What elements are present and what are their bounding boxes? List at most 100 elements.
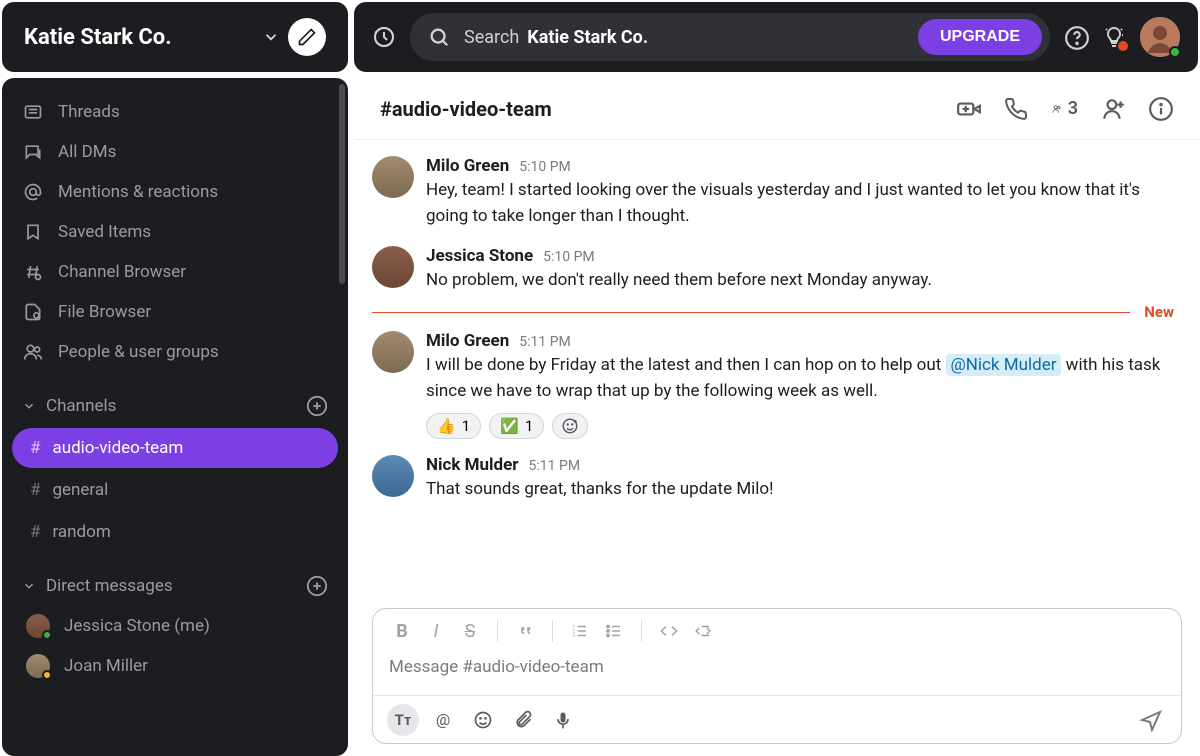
search-icon [428, 26, 450, 48]
sidebar-item-file-browser[interactable]: File Browser [12, 292, 338, 332]
bold-button[interactable]: B [387, 616, 417, 646]
info-icon[interactable] [1148, 96, 1174, 122]
avatar[interactable] [372, 246, 414, 288]
sidebar-label: People & user groups [58, 342, 219, 362]
message-author[interactable]: Milo Green [426, 331, 509, 351]
channel-header: #audio-video-team 3 [354, 78, 1200, 140]
upgrade-button[interactable]: UPGRADE [918, 19, 1042, 55]
italic-button[interactable]: I [421, 616, 451, 646]
avatar[interactable] [372, 156, 414, 198]
status-dot [42, 630, 52, 640]
channel-name: general [52, 480, 108, 500]
dm-label: Direct messages [46, 576, 173, 596]
channel-item-random[interactable]: # random [12, 512, 338, 552]
audio-button[interactable] [547, 704, 579, 736]
chevron-down-icon [22, 399, 36, 413]
avatar[interactable] [372, 331, 414, 373]
pencil-icon [297, 27, 317, 47]
message-author[interactable]: Milo Green [426, 156, 509, 176]
new-label: New [1144, 303, 1174, 321]
attach-button[interactable] [507, 704, 539, 736]
message-text: No problem, we don't really need them be… [426, 267, 1174, 293]
send-button[interactable] [1135, 704, 1167, 736]
add-dm-button[interactable] [306, 575, 328, 597]
emoji-button[interactable] [467, 704, 499, 736]
message-text: Hey, team! I started looking over the vi… [426, 177, 1174, 230]
channel-browser-icon [22, 262, 44, 282]
dm-section-header[interactable]: Direct messages [12, 566, 338, 606]
message-author[interactable]: Nick Mulder [426, 455, 519, 475]
message: Milo Green5:10 PM Hey, team! I started l… [372, 148, 1174, 238]
reaction-emoji: ✅ [500, 417, 519, 435]
dm-name: Jessica Stone (me) [64, 616, 210, 636]
sidebar-label: File Browser [58, 302, 151, 322]
compose-button[interactable] [288, 18, 326, 56]
sidebar-item-dms[interactable]: All DMs [12, 132, 338, 172]
channel-item-audio-video-team[interactable]: #audio-video-team [12, 428, 338, 468]
channel-title[interactable]: #audio-video-team [380, 97, 934, 121]
sidebar-label: All DMs [58, 142, 116, 162]
avatar [26, 614, 50, 638]
sidebar-item-people[interactable]: People & user groups [12, 332, 338, 372]
message-author[interactable]: Jessica Stone [426, 246, 533, 266]
sidebar-item-channel-browser[interactable]: Channel Browser [12, 252, 338, 292]
ideas-icon[interactable] [1102, 25, 1126, 49]
bookmark-icon [22, 222, 44, 242]
code-block-button[interactable] [688, 616, 718, 646]
ordered-list-button[interactable]: 123 [565, 616, 595, 646]
sidebar-item-saved[interactable]: Saved Items [12, 212, 338, 252]
add-people-icon[interactable] [1100, 96, 1126, 122]
workspace-name: Katie Stark Co. [24, 25, 252, 50]
history-icon[interactable] [372, 25, 396, 49]
channel-item-general[interactable]: # general [12, 470, 338, 510]
user-avatar[interactable] [1140, 17, 1180, 57]
message-input[interactable]: Message #audio-video-team [373, 653, 1181, 695]
file-browser-icon [22, 302, 44, 322]
code-button[interactable] [654, 616, 684, 646]
video-call-icon[interactable] [956, 96, 982, 122]
avatar[interactable] [372, 455, 414, 497]
format-toggle-button[interactable]: Tᴛ [387, 704, 419, 736]
chevron-down-icon [262, 28, 280, 46]
at-icon [22, 182, 44, 202]
message: Milo Green5:11 PM I will be done by Frid… [372, 323, 1174, 447]
mention[interactable]: @Nick Mulder [946, 354, 1062, 376]
threads-icon [22, 102, 44, 122]
help-icon[interactable] [1064, 25, 1088, 49]
svg-text:3: 3 [573, 633, 576, 639]
quote-button[interactable] [510, 616, 540, 646]
message: Nick Mulder5:11 PM That sounds great, th… [372, 447, 1174, 510]
search-input[interactable]: Search Katie Stark Co. UPGRADE [410, 13, 1050, 61]
composer-actions: Tᴛ @ [373, 695, 1181, 743]
add-reaction-button[interactable] [552, 413, 588, 439]
channels-section-header[interactable]: Channels [12, 386, 338, 426]
bullet-list-button[interactable] [599, 616, 629, 646]
sidebar-item-mentions[interactable]: Mentions & reactions [12, 172, 338, 212]
dm-name: Joan Miller [64, 656, 148, 676]
notification-dot [1118, 41, 1128, 51]
message-time: 5:11 PM [529, 458, 581, 474]
reaction-count: 1 [525, 417, 533, 435]
search-scope: Katie Stark Co. [527, 27, 910, 48]
reaction[interactable]: 👍1 [426, 413, 481, 439]
message-time: 5:11 PM [519, 334, 571, 350]
scrollbar[interactable] [339, 84, 345, 284]
dm-item[interactable]: Joan Miller [12, 646, 338, 686]
phone-call-icon[interactable] [1004, 96, 1030, 122]
channel-name: random [52, 522, 110, 542]
sidebar: Threads All DMs Mentions & reactions Sav… [2, 78, 348, 756]
add-channel-button[interactable] [306, 395, 328, 417]
dm-item[interactable]: Jessica Stone (me) [12, 606, 338, 646]
workspace-switcher[interactable]: Katie Stark Co. [2, 2, 348, 72]
reaction[interactable]: ✅1 [489, 413, 544, 439]
message-list: Milo Green5:10 PM Hey, team! I started l… [354, 140, 1200, 594]
hash-icon: # [30, 480, 40, 500]
members-icon[interactable]: 3 [1052, 96, 1078, 122]
strike-button[interactable]: S [455, 616, 485, 646]
people-icon [22, 342, 44, 362]
sidebar-item-threads[interactable]: Threads [12, 92, 338, 132]
mention-button[interactable]: @ [427, 704, 459, 736]
channel-name: audio-video-team [52, 438, 183, 458]
hash-icon: # [30, 522, 40, 542]
new-messages-divider: New [372, 303, 1174, 321]
